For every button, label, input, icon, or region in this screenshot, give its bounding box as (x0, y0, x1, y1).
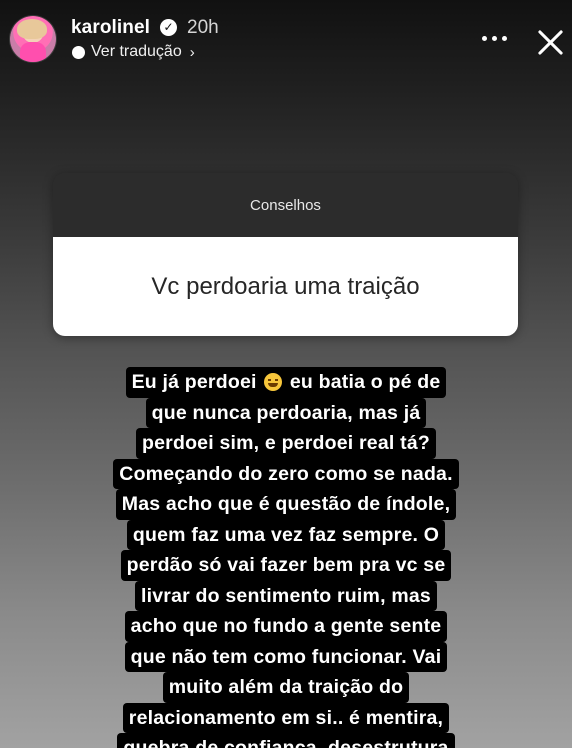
question-sticker-question: Vc perdoaria uma traição (53, 237, 518, 336)
verified-badge-icon: ✓ (160, 19, 177, 36)
answer-line: perdão só vai fazer bem pra vc se (120, 550, 452, 581)
grinning-sweat-emoji-icon (264, 373, 283, 391)
answer-line: livrar do sentimento ruim, mas (135, 580, 437, 611)
close-icon[interactable] (535, 27, 565, 57)
post-time: 20h (187, 17, 219, 38)
answer-line: que não tem como funcionar. Vai (124, 641, 448, 672)
answer-line: quem faz uma vez faz sempre. O (126, 519, 446, 550)
question-sticker[interactable]: Conselhos Vc perdoaria uma traição (53, 173, 518, 336)
answer-line: Começando do zero como se nada. (113, 458, 459, 489)
question-sticker-title: Conselhos (53, 173, 518, 237)
answer-line-text: eu batia o pé de (289, 371, 441, 393)
more-dot (502, 36, 507, 41)
see-translation-label: Ver tradução (91, 43, 182, 60)
more-options-icon[interactable] (482, 36, 507, 41)
avatar-body (20, 42, 46, 62)
answer-line: quebra de confiança, desestrutura (117, 733, 455, 748)
story-header: karolinel ✓ 20h Ver tradução › (0, 0, 572, 80)
answer-line: Mas acho que é questão de índole, (115, 489, 457, 520)
more-dot (482, 36, 487, 41)
globe-icon (72, 45, 85, 59)
profile-avatar[interactable] (10, 16, 56, 62)
answer-line: Eu já perdoei eu batia o pé de (125, 367, 447, 398)
answer-line: relacionamento em si.. é mentira, (122, 702, 450, 733)
see-translation-link[interactable]: Ver tradução › (72, 43, 195, 61)
answer-line: muito além da traição do (162, 672, 410, 703)
answer-line: que nunca perdoaria, mas já (145, 397, 427, 428)
more-dot (492, 36, 497, 41)
username[interactable]: karolinel (71, 17, 150, 39)
chevron-right-icon: › (189, 43, 195, 61)
answer-line-text: Eu já perdoei (131, 371, 257, 393)
answer-line: perdoei sim, e perdoei real tá? (136, 428, 436, 459)
answer-line: acho que no fundo a gente sente (124, 611, 448, 642)
avatar-hair (17, 19, 47, 39)
answer-text-block: Eu já perdoei eu batia o pé de que nunca… (100, 367, 472, 748)
